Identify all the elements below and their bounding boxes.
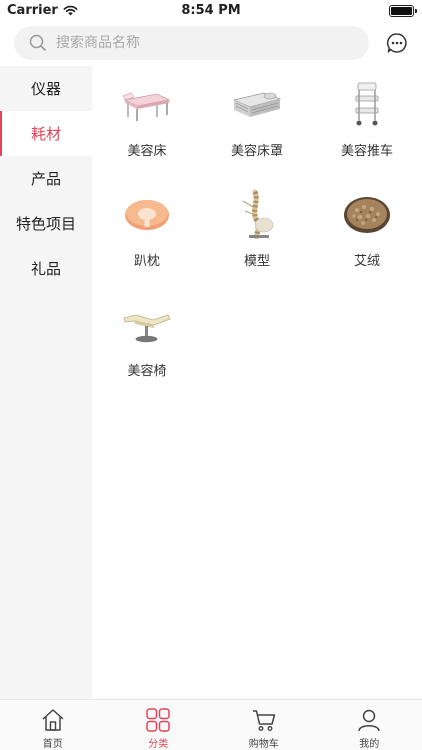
product-label: 美容床罩 xyxy=(230,144,283,159)
category-item-consumables[interactable]: 耗材 xyxy=(0,111,92,156)
beauty-bed-image xyxy=(119,78,175,130)
chat-bubble-icon xyxy=(386,33,407,53)
tab-label: 首页 xyxy=(42,739,63,750)
tab-label: 我的 xyxy=(359,739,380,750)
battery-icon xyxy=(389,5,417,17)
category-sidebar: 仪器 耗材 产品 特色项目 礼品 xyxy=(0,66,92,699)
product-label: 模型 xyxy=(243,254,270,269)
product-label: 美容床 xyxy=(127,144,167,159)
status-time: 8:54 PM xyxy=(181,3,241,18)
spine-model-image xyxy=(229,188,285,240)
tab-cart[interactable]: 购物车 xyxy=(211,700,317,750)
beauty-cart-image xyxy=(339,78,395,130)
status-bar: Carrier 8:54 PM xyxy=(0,0,422,22)
user-icon xyxy=(356,707,382,733)
product-item-beauty-cart[interactable]: 美容推车 xyxy=(312,70,422,180)
message-button[interactable] xyxy=(386,32,408,54)
tab-profile[interactable]: 我的 xyxy=(317,700,422,750)
beauty-chair-image xyxy=(119,298,175,350)
home-icon xyxy=(40,707,66,733)
category-item-instruments[interactable]: 仪器 xyxy=(0,66,92,111)
tab-label: 购物车 xyxy=(248,739,279,750)
search-icon xyxy=(28,33,48,53)
category-icon xyxy=(145,707,171,733)
product-item-spine-model[interactable]: 模型 xyxy=(202,180,312,290)
product-item-moxa-wool[interactable]: 艾绒 xyxy=(312,180,422,290)
product-item-beauty-chair[interactable]: 美容椅 xyxy=(92,290,202,400)
tab-category[interactable]: 分类 xyxy=(106,700,212,750)
product-item-face-pillow[interactable]: 趴枕 xyxy=(92,180,202,290)
product-grid: 美容床 美容床罩 美容推车 趴枕 模型 艾绒 美容椅 xyxy=(92,66,422,699)
search-bar[interactable] xyxy=(14,26,369,60)
tab-home[interactable]: 首页 xyxy=(0,700,106,750)
product-label: 艾绒 xyxy=(353,254,380,269)
bottom-tab-bar: 首页 分类 购物车 我的 xyxy=(0,699,422,750)
bed-cover-image xyxy=(229,78,285,130)
product-item-beauty-bed[interactable]: 美容床 xyxy=(92,70,202,180)
cart-icon xyxy=(251,707,277,733)
category-item-special-projects[interactable]: 特色项目 xyxy=(0,201,92,246)
product-item-bed-cover[interactable]: 美容床罩 xyxy=(202,70,312,180)
tab-label: 分类 xyxy=(148,739,169,750)
product-label: 美容推车 xyxy=(340,144,393,159)
category-item-products[interactable]: 产品 xyxy=(0,156,92,201)
product-label: 美容椅 xyxy=(127,364,167,379)
search-input[interactable] xyxy=(56,35,336,51)
face-pillow-image xyxy=(119,188,175,240)
category-item-gifts[interactable]: 礼品 xyxy=(0,246,92,291)
product-label: 趴枕 xyxy=(133,254,160,269)
moxa-wool-image xyxy=(339,188,395,240)
